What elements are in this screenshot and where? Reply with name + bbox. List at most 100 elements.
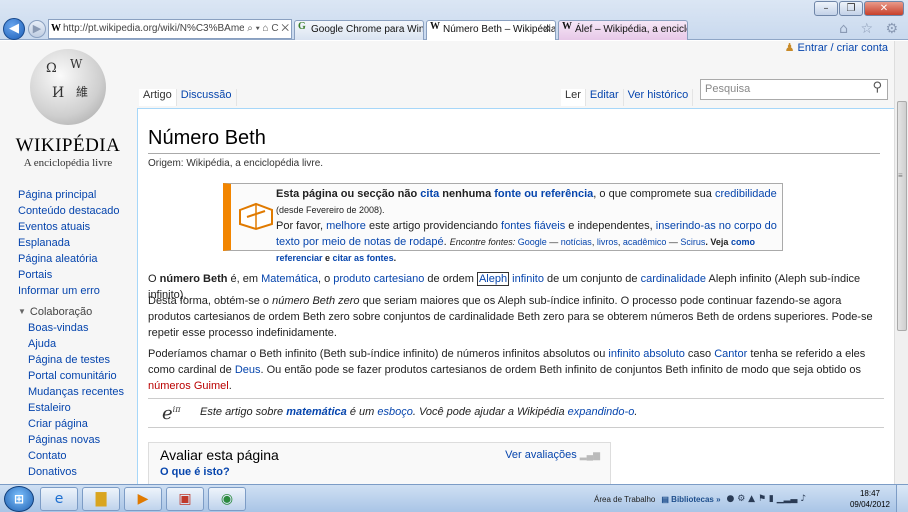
- sidebar-header-label: Colaboração: [29, 306, 93, 318]
- libraries-toolbar[interactable]: ▤ Bibliotecas »: [661, 495, 720, 504]
- close-window-button[interactable]: ✕: [864, 1, 904, 16]
- link-matematica-stub[interactable]: matemática: [286, 406, 347, 418]
- tab-editar[interactable]: Editar: [586, 89, 624, 106]
- tab-ler[interactable]: Ler: [561, 89, 586, 106]
- view-tabs: Ler Editar Ver histórico: [561, 79, 694, 106]
- link-deus[interactable]: Deus: [235, 364, 261, 376]
- link-aleph[interactable]: Aleph: [476, 272, 510, 286]
- view-ratings-link[interactable]: Ver avaliações ▂▄▆: [505, 449, 600, 461]
- tab-google-chrome[interactable]: G Google Chrome para Window...: [294, 20, 424, 40]
- show-desktop-button[interactable]: [896, 485, 908, 512]
- close-tab-icon[interactable]: ✕: [543, 21, 551, 39]
- wikipedia-favicon-icon: W: [51, 23, 61, 34]
- link-infinito-absoluto[interactable]: infinito absoluto: [608, 348, 684, 360]
- tab-discussao[interactable]: Discussão: [177, 89, 237, 106]
- system-tray: Área de Trabalho ▤ Bibliotecas » ● ⚙ ▲ ⚑…: [594, 485, 806, 512]
- link-credibilidade[interactable]: credibilidade: [715, 188, 777, 200]
- scroll-grip-icon: ≡: [898, 171, 903, 180]
- text: .: [634, 406, 638, 418]
- sidebar-item-donativos[interactable]: Donativos: [28, 464, 138, 480]
- sidebar-item-ajuda[interactable]: Ajuda: [28, 336, 138, 352]
- link-fonte-referencia[interactable]: fonte ou referência: [494, 188, 593, 200]
- search-icon[interactable]: ⚲: [872, 80, 882, 95]
- presentation-icon[interactable]: ▣: [166, 487, 204, 511]
- sidebar-item-portais[interactable]: Portais: [18, 267, 138, 283]
- link-scirus[interactable]: Scirus: [680, 237, 705, 247]
- taskbar: ⊞ e ▇ ▶ ▣ ◉ Área de Trabalho ▤ Bibliotec…: [0, 484, 908, 512]
- link-expandindo[interactable]: expandindo-o: [568, 406, 635, 418]
- sidebar-item-portal-comunitario[interactable]: Portal comunitário: [28, 368, 138, 384]
- text: Desta forma, obtém-se o: [148, 295, 273, 307]
- sidebar-item-contato[interactable]: Contato: [28, 448, 138, 464]
- sidebar-item-esplanada[interactable]: Esplanada: [18, 235, 138, 251]
- wikipedia-logo[interactable]: Ω W И 維 WIKIPÉDIA A enciclopédia livre: [12, 49, 124, 169]
- forward-button[interactable]: ▶: [28, 20, 46, 38]
- tab-numero-beth[interactable]: W Número Beth – Wikipédia, ... ✕: [426, 20, 556, 40]
- link-fontes-fiaveis[interactable]: fontes fiáveis: [501, 220, 565, 232]
- vertical-scrollbar[interactable]: ≡: [894, 41, 908, 484]
- start-button[interactable]: ⊞: [4, 486, 34, 512]
- link-produto-cartesiano[interactable]: produto cartesiano: [333, 273, 424, 285]
- tab-artigo[interactable]: Artigo: [139, 89, 177, 106]
- back-button[interactable]: ◀: [3, 18, 25, 40]
- tagline: A enciclopédia livre: [23, 157, 113, 169]
- text: de um conjunto de: [543, 273, 641, 285]
- address-controls[interactable]: ⌕ ▾ ⌂ C ✕: [244, 20, 289, 38]
- login-link[interactable]: ♟ Entrar / criar conta: [785, 41, 888, 54]
- link-melhore[interactable]: melhore: [326, 220, 366, 232]
- scroll-thumb[interactable]: [897, 101, 907, 331]
- link-google[interactable]: Google: [518, 237, 547, 247]
- restore-button[interactable]: ❐: [839, 1, 863, 16]
- sidebar-item-pagina-testes[interactable]: Página de testes: [28, 352, 138, 368]
- minimize-button[interactable]: –: [814, 1, 838, 16]
- address-text: http://pt.wikipedia.org/wiki/N%C3%BAmero…: [63, 23, 272, 34]
- text: é um: [346, 406, 378, 418]
- tab-alef[interactable]: W Álef – Wikipédia, a enciclopédi...: [558, 20, 688, 40]
- address-bar[interactable]: W http://pt.wikipedia.org/wiki/N%C3%BAme…: [48, 19, 292, 39]
- what-is-this-link[interactable]: O que é isto?: [160, 466, 230, 478]
- clock[interactable]: 18:47 09/04/2012: [850, 488, 890, 510]
- login-label: Entrar / criar conta: [797, 42, 888, 54]
- sidebar-item-estaleiro[interactable]: Estaleiro: [28, 400, 138, 416]
- link-matematica[interactable]: Matemática: [261, 273, 318, 285]
- sidebar-item-pagina-aleatoria[interactable]: Página aleatória: [18, 251, 138, 267]
- sidebar-item-eventos-atuais[interactable]: Eventos atuais: [18, 219, 138, 235]
- sidebar-header-colaboracao[interactable]: ▼ Colaboração: [18, 304, 138, 320]
- link-academico[interactable]: acadêmico: [623, 237, 667, 247]
- text: é, em: [227, 273, 262, 285]
- sidebar-item-mudancas-recentes[interactable]: Mudanças recentes: [28, 384, 138, 400]
- tray-icons[interactable]: ● ⚙ ▲ ⚑ ▮ ▁▂▃ ♪: [727, 494, 807, 504]
- clock-date: 09/04/2012: [849, 500, 890, 509]
- sidebar-item-pagina-principal[interactable]: Página principal: [18, 187, 138, 203]
- search-input[interactable]: Pesquisa ⚲: [700, 79, 888, 100]
- link-infinito[interactable]: infinito: [512, 273, 544, 285]
- sidebar-item-informar-erro[interactable]: Informar um erro: [18, 283, 138, 299]
- link-cantor[interactable]: Cantor: [714, 348, 747, 360]
- link-esboco[interactable]: esboço: [377, 406, 412, 418]
- sidebar-item-criar-pagina[interactable]: Criar página: [28, 416, 138, 432]
- chrome-icon[interactable]: ◉: [208, 487, 246, 511]
- desktop-toolbar-label[interactable]: Área de Trabalho: [594, 495, 655, 504]
- bar-chart-icon: ▂▄▆: [579, 450, 600, 460]
- sidebar-item-paginas-novas[interactable]: Páginas novas: [28, 432, 138, 448]
- web-page: Ω W И 維 WIKIPÉDIA A enciclopédia livre P…: [0, 41, 894, 484]
- link-numeros-guimel[interactable]: números Guimel: [148, 380, 229, 392]
- tab-ver-historico[interactable]: Ver histórico: [624, 89, 694, 106]
- media-player-icon[interactable]: ▶: [124, 487, 162, 511]
- internet-explorer-icon[interactable]: e: [40, 487, 78, 511]
- sidebar-item-conteudo-destacado[interactable]: Conteúdo destacado: [18, 203, 138, 219]
- text: .: [228, 380, 232, 392]
- link-citar-fontes[interactable]: citar as fontes: [333, 253, 394, 263]
- find-sources-label: Encontre fontes:: [449, 237, 518, 247]
- text: Este artigo sobre: [200, 406, 287, 418]
- link-noticias[interactable]: notícias: [561, 237, 592, 247]
- notice-text: nenhuma: [439, 188, 495, 200]
- tab-label: Google Chrome para Window...: [311, 24, 424, 35]
- window-controls: – ❐ ✕: [814, 1, 904, 16]
- explorer-folder-icon[interactable]: ▇: [82, 487, 120, 511]
- link-cardinalidade[interactable]: cardinalidade: [641, 273, 706, 285]
- toolbar-icons[interactable]: ⌂ ☆ ⚙: [839, 21, 902, 37]
- link-livros[interactable]: livros: [597, 237, 618, 247]
- link-cita[interactable]: cita: [420, 188, 439, 200]
- sidebar-item-boas-vindas[interactable]: Boas-vindas: [28, 320, 138, 336]
